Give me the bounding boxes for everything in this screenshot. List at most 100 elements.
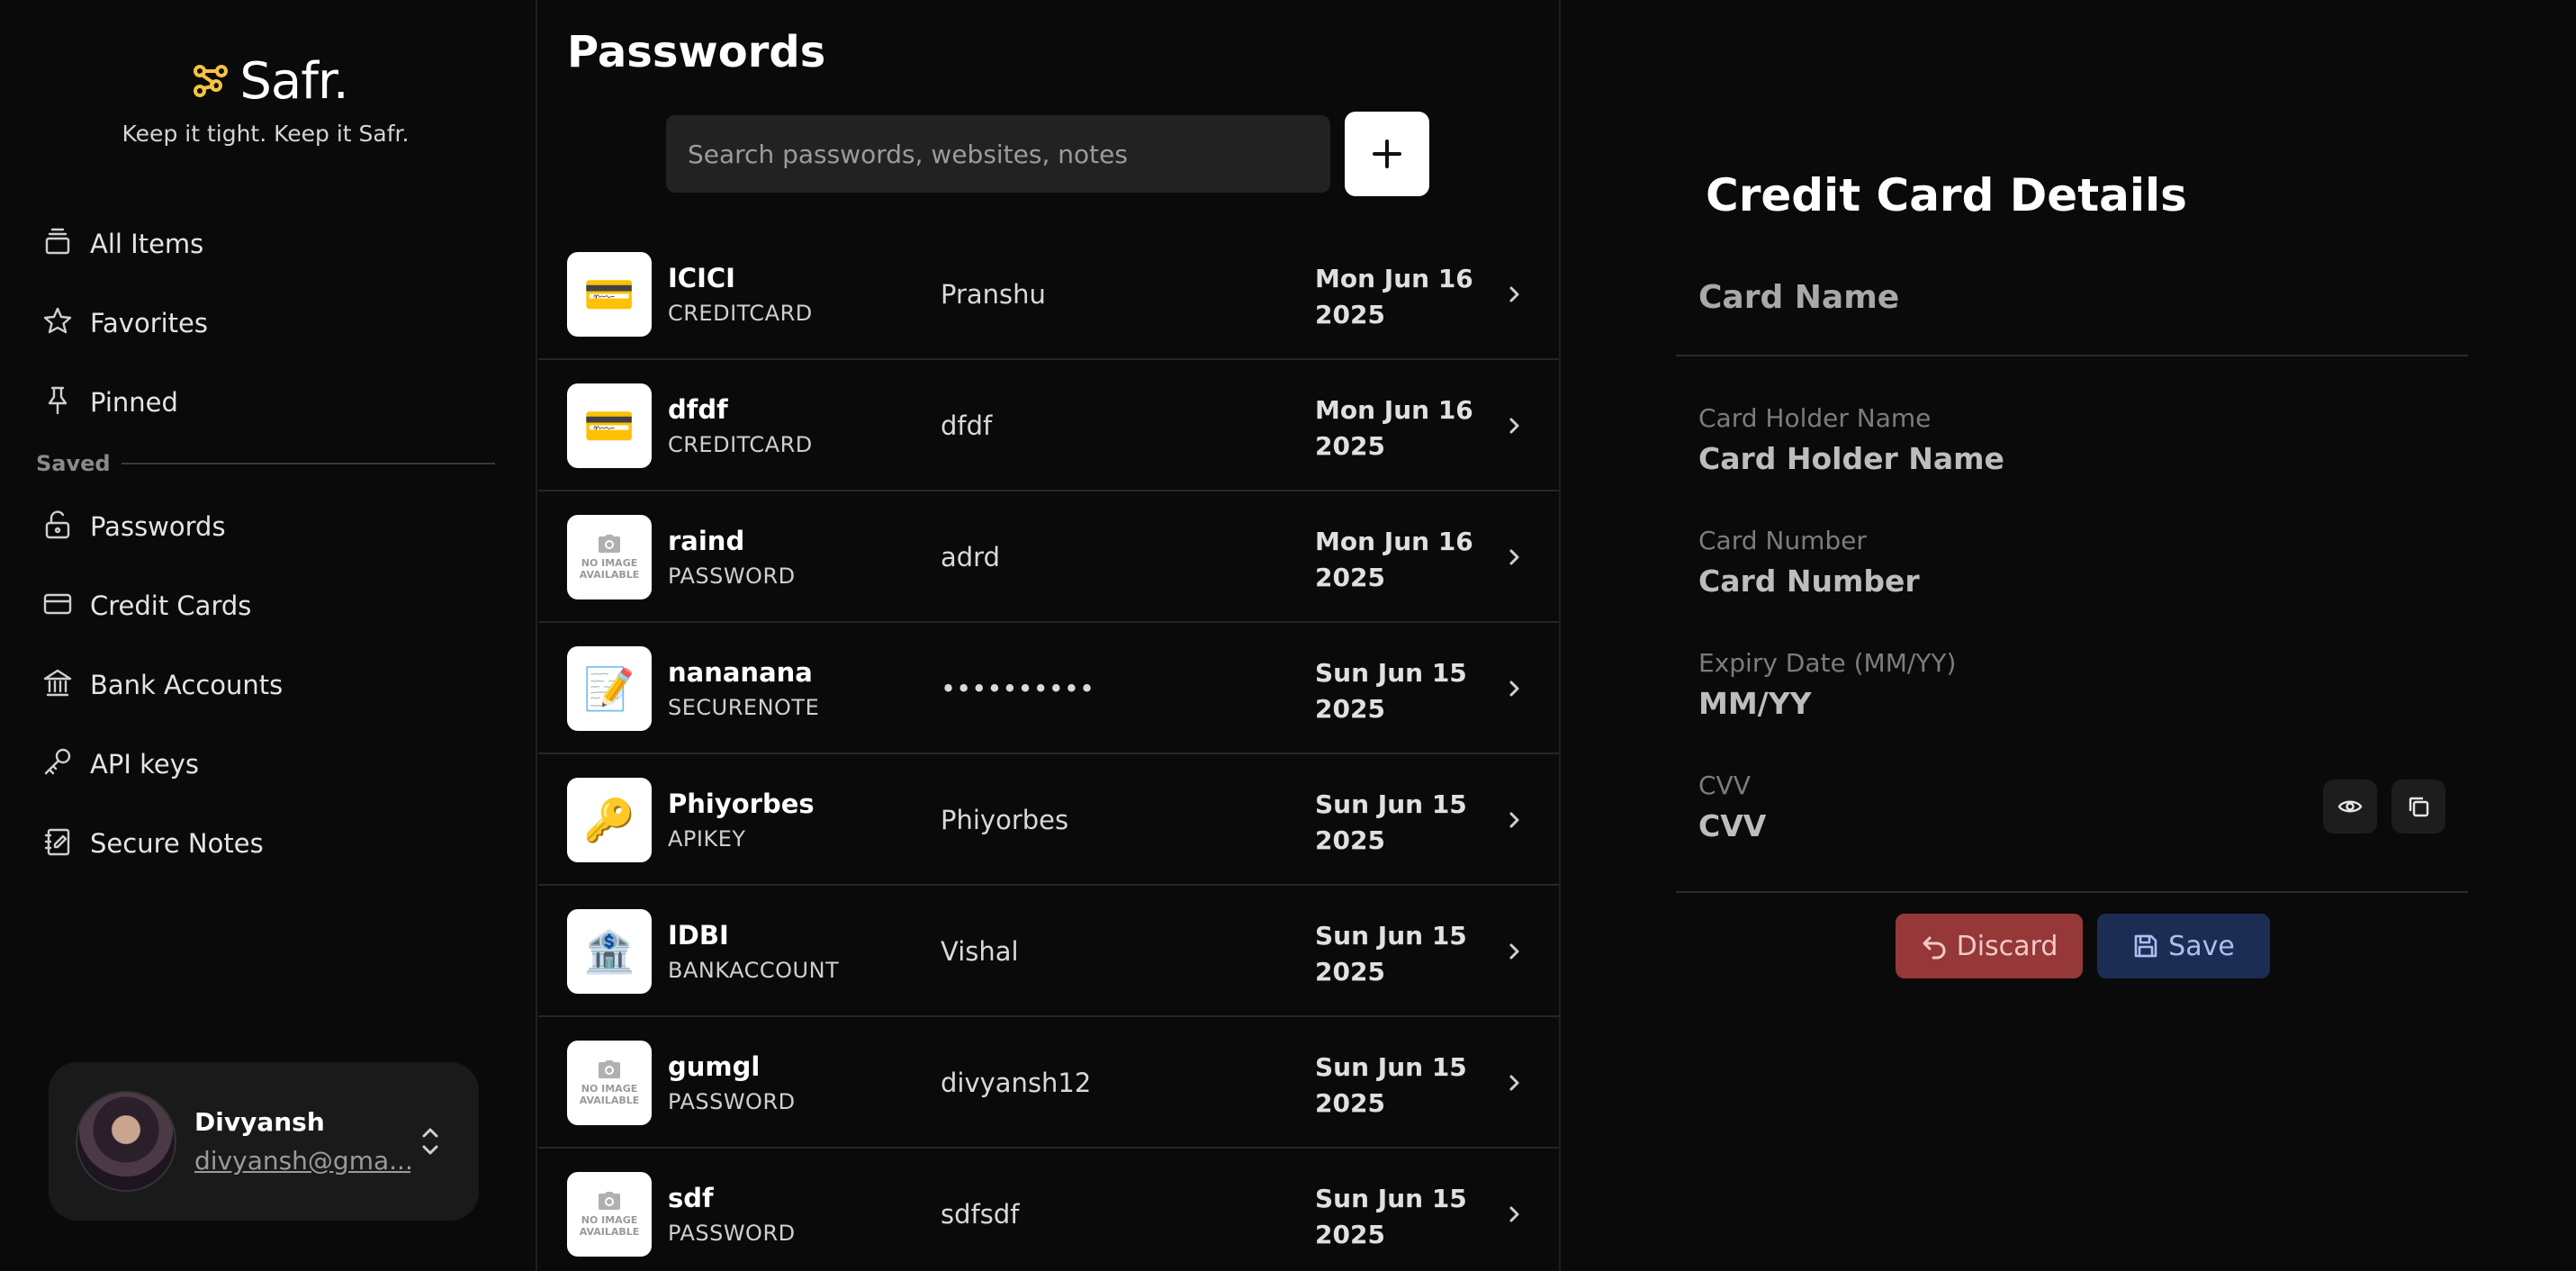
item-date: Sun Jun 15 2025 xyxy=(1315,655,1477,727)
sidebar-item-secure-notes[interactable]: Secure Notes xyxy=(41,817,491,870)
copy-button[interactable] xyxy=(2391,780,2445,834)
chevron-right-icon xyxy=(1509,681,1519,697)
notebook-icon xyxy=(41,825,74,861)
sidebar-item-all-items[interactable]: All Items xyxy=(41,218,491,270)
sidebar-item-label: Passwords xyxy=(90,511,226,542)
sidebar-item-favorites[interactable]: Favorites xyxy=(41,297,491,349)
list-item[interactable]: 🏦 IDBI BANKACCOUNT Vishal Sun Jun 15 202… xyxy=(538,886,1559,1017)
floppy-icon xyxy=(2134,934,2157,958)
item-date-year: 2025 xyxy=(1315,431,1385,461)
search-input[interactable] xyxy=(666,115,1330,193)
page-title: Passwords xyxy=(567,27,826,77)
item-thumbnail: NO IMAGE AVAILABLE xyxy=(567,515,652,599)
copy-icon xyxy=(2409,797,2429,817)
sidebar-item-label: Bank Accounts xyxy=(90,670,284,700)
brand-name: Safr. xyxy=(239,52,348,111)
divider xyxy=(121,463,495,464)
user-name: Divyansh xyxy=(194,1107,325,1137)
item-name: dfdf xyxy=(668,394,728,425)
stack-icon xyxy=(41,226,74,262)
chevron-right-icon xyxy=(1509,1075,1519,1091)
tagline: Keep it tight. Keep it Safr. xyxy=(122,121,410,147)
sidebar-item-api-keys[interactable]: API keys xyxy=(41,738,491,790)
chevron-right-icon xyxy=(1509,549,1519,565)
item-username: •••••••••• xyxy=(941,673,1095,704)
discard-button[interactable]: Discard xyxy=(1896,914,2083,978)
no-image-text: AVAILABLE xyxy=(579,1226,640,1238)
item-date: Sun Jun 15 2025 xyxy=(1315,1050,1477,1122)
item-username: Pranshu xyxy=(941,279,1046,310)
list-item[interactable]: NO IMAGE AVAILABLE raind PASSWORD adrd M… xyxy=(538,491,1559,623)
expiry-date-field[interactable]: MM/YY xyxy=(1698,686,1812,721)
item-username: adrd xyxy=(941,542,1001,572)
saved-section-divider: Saved xyxy=(36,447,495,480)
no-image-text: NO IMAGE xyxy=(581,1214,638,1226)
camera-icon xyxy=(598,535,620,553)
item-thumbnail: 💳 xyxy=(567,383,652,468)
credit-card-icon xyxy=(41,588,74,624)
sidebar-item-bank-accounts[interactable]: Bank Accounts xyxy=(41,659,491,711)
cvv-field[interactable]: CVV xyxy=(1698,808,1766,843)
item-name: sdf xyxy=(668,1183,714,1213)
avatar xyxy=(76,1091,176,1192)
item-name: ICICI xyxy=(668,263,735,293)
item-date-day: Sun Jun 15 xyxy=(1315,658,1467,688)
no-image-placeholder: NO IMAGE AVAILABLE xyxy=(580,534,639,581)
card-holder-field[interactable]: Card Holder Name xyxy=(1698,441,2004,476)
list-item[interactable]: NO IMAGE AVAILABLE sdf PASSWORD sdfsdf S… xyxy=(538,1149,1559,1271)
item-name: Phiyorbes xyxy=(668,789,815,819)
item-name: nananana xyxy=(668,657,813,688)
add-item-button[interactable] xyxy=(1345,112,1429,196)
item-username: Vishal xyxy=(941,936,1019,967)
item-date-day: Sun Jun 15 xyxy=(1315,1184,1467,1213)
item-thumbnail: 🔑 xyxy=(567,778,652,862)
toggle-visibility-button[interactable] xyxy=(2323,780,2377,834)
list-item[interactable]: 📝 nananana SECURENOTE •••••••••• Sun Jun… xyxy=(538,623,1559,754)
item-emoji-icon: 📝 xyxy=(583,663,635,713)
list-item[interactable]: 💳 dfdf CREDITCARD dfdf Mon Jun 16 2025 xyxy=(538,360,1559,491)
item-date-year: 2025 xyxy=(1315,300,1385,329)
sidebar-item-label: All Items xyxy=(90,229,204,259)
item-type: PASSWORD xyxy=(668,563,796,589)
key-icon xyxy=(41,746,74,782)
items-list-pane: Passwords 💳 ICICI CREDITCARD Pranshu Mon… xyxy=(538,0,1561,1271)
list-item[interactable]: NO IMAGE AVAILABLE gumgl PASSWORD divyan… xyxy=(538,1017,1559,1149)
list-item[interactable]: 💳 ICICI CREDITCARD Pranshu Mon Jun 16 20… xyxy=(538,229,1559,360)
item-thumbnail: 💳 xyxy=(567,252,652,337)
sidebar-item-credit-cards[interactable]: Credit Cards xyxy=(41,580,491,632)
item-emoji-icon: 🏦 xyxy=(583,926,635,976)
item-username: Phiyorbes xyxy=(941,805,1069,835)
logo-icon xyxy=(189,59,232,105)
item-type: BANKACCOUNT xyxy=(668,958,840,983)
item-type: PASSWORD xyxy=(668,1089,796,1114)
cvv-label: CVV xyxy=(1698,771,1751,800)
item-emoji-icon: 🔑 xyxy=(583,795,635,844)
item-date: Mon Jun 16 2025 xyxy=(1315,392,1477,464)
item-date-day: Mon Jun 16 xyxy=(1315,264,1473,293)
sidebar-item-pinned[interactable]: Pinned xyxy=(41,376,491,428)
item-thumbnail: 📝 xyxy=(567,646,652,731)
item-username: divyansh12 xyxy=(941,1068,1092,1098)
list-item[interactable]: 🔑 Phiyorbes APIKEY Phiyorbes Sun Jun 15 … xyxy=(538,754,1559,886)
sidebar-item-label: Secure Notes xyxy=(90,828,264,859)
item-emoji-icon: 💳 xyxy=(583,401,635,450)
item-date: Sun Jun 15 2025 xyxy=(1315,1181,1477,1253)
section-label: Saved xyxy=(36,451,111,476)
brand: Safr. xyxy=(0,52,537,111)
details-title: Credit Card Details xyxy=(1706,169,2187,221)
chevron-right-icon xyxy=(1509,418,1519,434)
divider xyxy=(1676,355,2468,356)
camera-icon xyxy=(598,1060,620,1078)
chevron-right-icon xyxy=(1509,1206,1519,1222)
save-button[interactable]: Save xyxy=(2097,914,2270,978)
item-date-year: 2025 xyxy=(1315,957,1385,987)
item-username: sdfsdf xyxy=(941,1199,1020,1230)
card-number-field[interactable]: Card Number xyxy=(1698,563,1920,599)
user-account-switcher[interactable]: Divyansh divyansh@gma... xyxy=(49,1062,479,1221)
item-date-year: 2025 xyxy=(1315,1220,1385,1249)
card-name-field[interactable]: Card Name xyxy=(1698,279,1899,316)
item-name: gumgl xyxy=(668,1051,761,1082)
sidebar-item-passwords[interactable]: Passwords xyxy=(41,500,491,553)
sidebar-item-label: API keys xyxy=(90,749,199,780)
camera-icon xyxy=(598,1192,620,1210)
